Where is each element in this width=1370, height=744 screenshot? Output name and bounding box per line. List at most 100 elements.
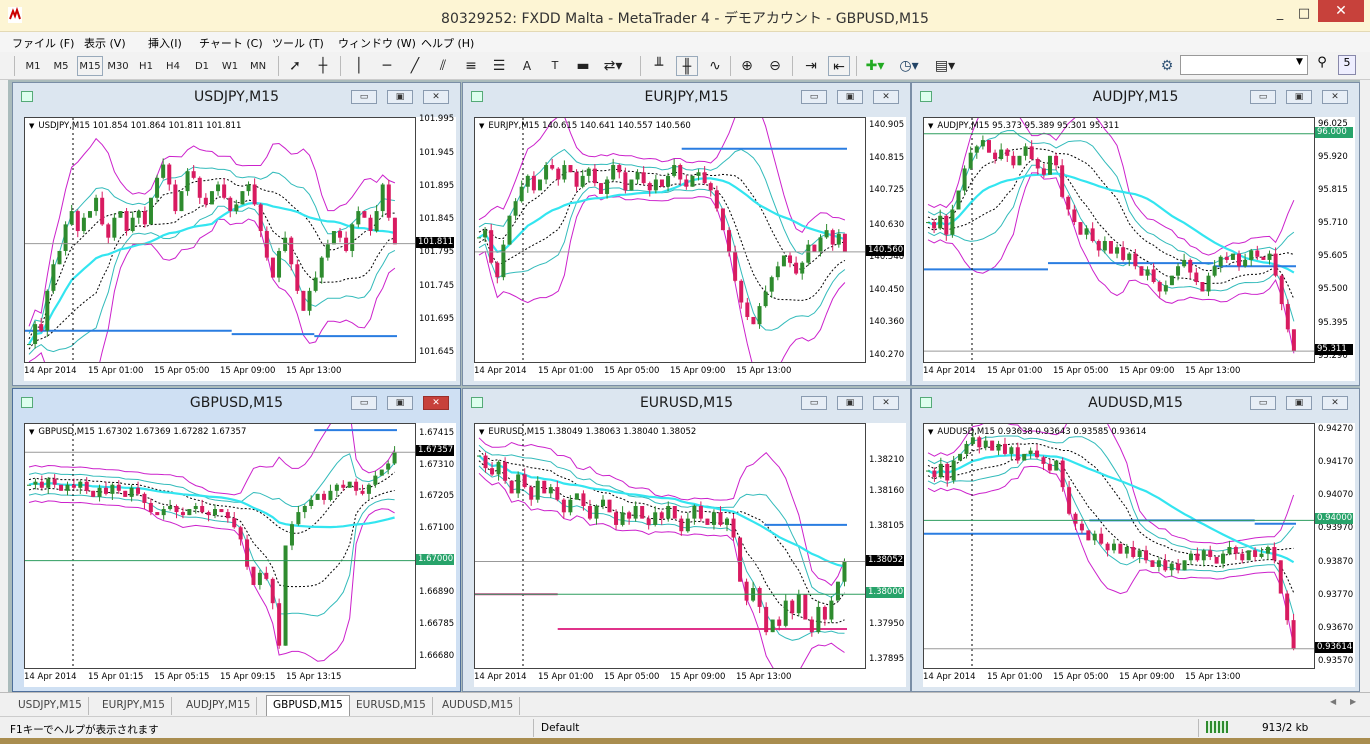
chart-close-button[interactable]: ✕ [1322, 90, 1348, 104]
zoom-in-icon[interactable]: ⊕ [736, 56, 758, 76]
chart-close-button[interactable]: ✕ [873, 90, 899, 104]
equidistant-channel-icon[interactable]: ⫽ [432, 56, 454, 76]
chart-window-titlebar[interactable]: GBPUSD,M15 ▭ ▣ ✕ [13, 389, 460, 415]
chart-plot-area[interactable]: ▼ GBPUSD,M15 1.67302 1.67369 1.67282 1.67… [24, 423, 416, 669]
chart-minimize-button[interactable]: ▭ [801, 396, 827, 410]
gear-icon[interactable]: ⚙ [1156, 56, 1178, 76]
search-dropdown-icon[interactable]: ▼ [1296, 57, 1303, 67]
timeframe-m30-button[interactable]: M30 [105, 56, 131, 76]
time-axis[interactable]: 14 Apr 2014 15 Apr 01:00 15 Apr 05:00 15 Ap… [474, 363, 906, 381]
periods-icon[interactable]: ◷▾ [898, 56, 920, 76]
chart-minimize-button[interactable]: ▭ [351, 396, 377, 410]
price-chart[interactable] [25, 118, 416, 363]
menu-view[interactable]: 表示 (V) [84, 35, 126, 51]
chart-window-titlebar[interactable]: EURJPY,M15 ▭ ▣ ✕ [463, 83, 910, 109]
tab-audjpy[interactable]: AUDJPY,M15 [180, 697, 258, 715]
chart-minimize-button[interactable]: ▭ [1250, 396, 1276, 410]
chart-window-eurjpy[interactable]: EURJPY,M15 ▭ ▣ ✕ ▼ EURJPY,M15 140.615 140… [462, 82, 911, 386]
bar-chart-icon[interactable]: ╨ [648, 56, 670, 76]
rectangle-icon[interactable]: ▬ [572, 56, 594, 76]
tab-eurusd[interactable]: EURUSD,M15 [350, 697, 433, 715]
horizontal-line-icon[interactable]: ─ [376, 56, 398, 76]
search-input[interactable] [1180, 55, 1308, 75]
chart-window-titlebar[interactable]: USDJPY,M15 ▭ ▣ ✕ [13, 83, 460, 109]
text-icon[interactable]: A [516, 56, 538, 76]
autoscroll-icon[interactable]: ⇥ [800, 56, 822, 76]
text-label-icon[interactable]: T [544, 56, 566, 76]
chart-maximize-button[interactable]: ▣ [1286, 396, 1312, 410]
timeframe-m5-button[interactable]: M5 [48, 56, 74, 76]
help-icon[interactable]: 5 [1338, 55, 1356, 75]
time-axis[interactable]: 14 Apr 2014 15 Apr 01:00 15 Apr 05:00 15 Ap… [474, 669, 906, 687]
chart-collapse-icon[interactable]: ▼ [29, 428, 34, 436]
fibonacci-icon[interactable]: ≡ [460, 56, 482, 76]
chart-maximize-button[interactable]: ▣ [837, 396, 863, 410]
close-button[interactable]: ✕ [1318, 0, 1364, 22]
timeframe-d1-button[interactable]: D1 [189, 56, 215, 76]
search-icon[interactable]: ⚲ [1312, 55, 1332, 75]
chart-minimize-button[interactable]: ▭ [1250, 90, 1276, 104]
tab-usdjpy[interactable]: USDJPY,M15 [12, 697, 89, 715]
tab-audusd[interactable]: AUDUSD,M15 [436, 697, 521, 715]
chart-collapse-icon[interactable]: ▼ [928, 122, 933, 130]
templates-icon[interactable]: ▤▾ [934, 56, 956, 76]
chart-plot-area[interactable]: ▼ USDJPY,M15 101.854 101.864 101.811 101.… [24, 117, 416, 363]
chart-close-button[interactable]: ✕ [873, 396, 899, 410]
chart-collapse-icon[interactable]: ▼ [479, 428, 484, 436]
timeframe-w1-button[interactable]: W1 [217, 56, 243, 76]
timeframe-m1-button[interactable]: M1 [20, 56, 46, 76]
chart-plot-area[interactable]: ▼ AUDJPY,M15 95.373 95.389 95.301 95.311 [923, 117, 1315, 363]
price-chart[interactable] [475, 424, 866, 669]
time-axis[interactable]: 14 Apr 2014 15 Apr 01:00 15 Apr 05:00 15 Ap… [923, 363, 1355, 381]
connection-status-icon[interactable] [1206, 721, 1228, 733]
chart-window-gbpusd[interactable]: GBPUSD,M15 ▭ ▣ ✕ ▼ GBPUSD,M15 1.67302 1.6… [12, 388, 461, 692]
cursor-icon[interactable]: ➚ [284, 56, 306, 76]
chart-maximize-button[interactable]: ▣ [387, 90, 413, 104]
chart-maximize-button[interactable]: ▣ [1286, 90, 1312, 104]
chart-close-button[interactable]: ✕ [423, 90, 449, 104]
chart-close-button[interactable]: ✕ [1322, 396, 1348, 410]
indicators-icon[interactable]: ✚▾ [864, 56, 886, 76]
timeframe-m15-button[interactable]: M15 [77, 56, 103, 76]
price-chart[interactable] [924, 424, 1315, 669]
price-chart[interactable] [924, 118, 1315, 363]
chart-maximize-button[interactable]: ▣ [837, 90, 863, 104]
maximize-button[interactable]: □ [1292, 6, 1316, 21]
menu-chart[interactable]: チャート (C) [199, 35, 263, 51]
chart-collapse-icon[interactable]: ▼ [479, 122, 484, 130]
timeframe-h4-button[interactable]: H4 [160, 56, 186, 76]
tab-scroll-left-icon[interactable]: ◀ [1330, 697, 1336, 706]
price-chart[interactable] [25, 424, 416, 669]
price-chart[interactable] [475, 118, 866, 363]
price-axis[interactable]: 1.674151.673101.672051.671001.669951.668… [416, 423, 456, 669]
time-axis[interactable]: 14 Apr 2014 15 Apr 01:00 15 Apr 05:00 15 Ap… [24, 363, 456, 381]
menu-help[interactable]: ヘルプ (H) [421, 35, 474, 51]
line-chart-icon[interactable]: ∿ [704, 56, 726, 76]
chart-close-button[interactable]: ✕ [423, 396, 449, 410]
arrow-sign-icon[interactable]: ⇄▾ [602, 56, 624, 76]
chart-window-audusd[interactable]: AUDUSD,M15 ▭ ▣ ✕ ▼ AUDUSD,M15 0.93638 0.9… [911, 388, 1360, 692]
chart-plot-area[interactable]: ▼ EURJPY,M15 140.615 140.641 140.557 140.… [474, 117, 866, 363]
minimize-button[interactable]: _ [1268, 6, 1292, 21]
tab-eurjpy[interactable]: EURJPY,M15 [96, 697, 172, 715]
chart-window-titlebar[interactable]: AUDJPY,M15 ▭ ▣ ✕ [912, 83, 1359, 109]
chart-window-titlebar[interactable]: AUDUSD,M15 ▭ ▣ ✕ [912, 389, 1359, 415]
chart-plot-area[interactable]: ▼ EURUSD,M15 1.38049 1.38063 1.38040 1.38… [474, 423, 866, 669]
timeframe-mn-button[interactable]: MN [245, 56, 271, 76]
chart-window-eurusd[interactable]: EURUSD,M15 ▭ ▣ ✕ ▼ EURUSD,M15 1.38049 1.3… [462, 388, 911, 692]
zoom-out-icon[interactable]: ⊖ [764, 56, 786, 76]
menu-window[interactable]: ウィンドウ (W) [338, 35, 416, 51]
vertical-line-icon[interactable]: │ [348, 56, 370, 76]
crosshair-icon[interactable]: ┼ [312, 56, 334, 76]
price-axis[interactable]: 101.995 101.945 101.895 101.845 101.795 101.7… [416, 114, 456, 363]
chart-minimize-button[interactable]: ▭ [801, 90, 827, 104]
menu-file[interactable]: ファイル (F) [12, 35, 74, 51]
price-axis[interactable]: 0.94270 0.94170 0.94070 0.93970 0.93870 0.937… [1315, 423, 1355, 669]
time-axis[interactable]: 14 Apr 2014 15 Apr 01:15 15 Apr 05:15 15 Ap… [24, 669, 456, 687]
trendline-icon[interactable]: ╱ [404, 56, 426, 76]
menu-tools[interactable]: ツール (T) [272, 35, 324, 51]
chart-window-audjpy[interactable]: AUDJPY,M15 ▭ ▣ ✕ ▼ AUDJPY,M15 95.373 95.3… [911, 82, 1360, 386]
tab-scroll-right-icon[interactable]: ▶ [1350, 697, 1356, 706]
menu-insert[interactable]: 挿入(I) [148, 35, 182, 51]
toolbar-grip[interactable] [14, 56, 15, 76]
